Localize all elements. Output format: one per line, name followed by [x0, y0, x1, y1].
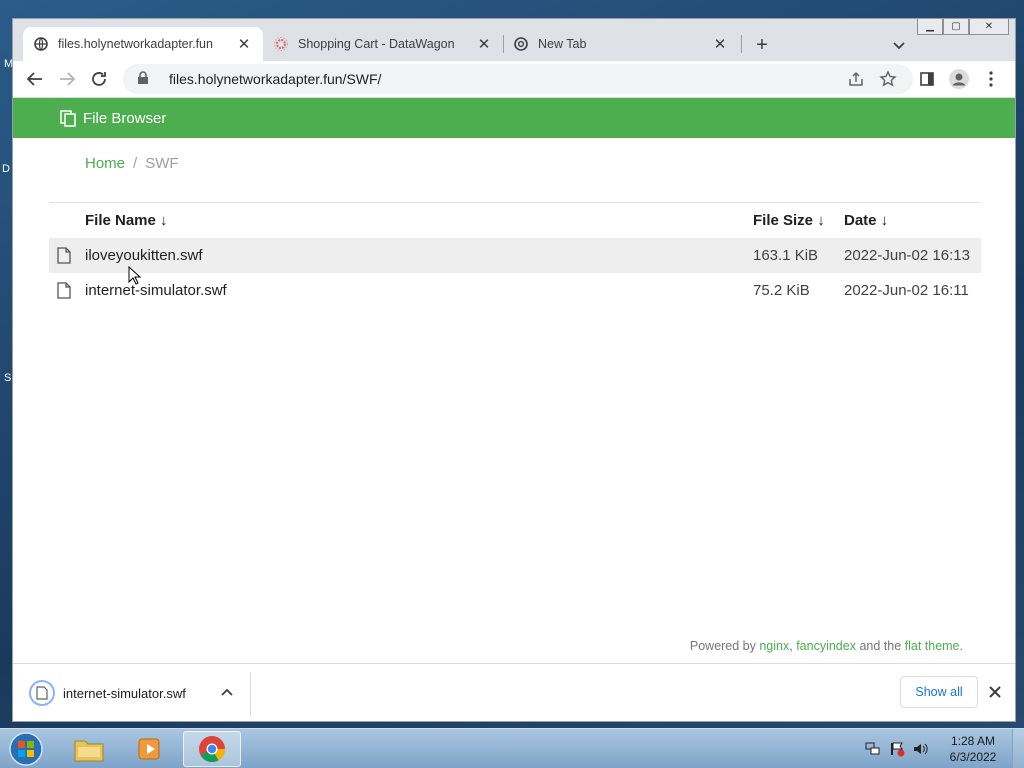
windows-logo-icon [9, 732, 43, 766]
flat-theme-link[interactable]: flat theme [905, 639, 960, 653]
media-player-icon [138, 738, 160, 760]
file-browser-header: File Browser [13, 98, 1015, 138]
side-panel-icon [920, 72, 934, 86]
taskbar-media-player[interactable] [121, 731, 179, 767]
file-icon [29, 680, 55, 706]
arrow-left-icon [26, 72, 42, 86]
browser-toolbar: files.holynetworkadapter.fun/SWF/ [13, 61, 1015, 97]
download-item[interactable]: internet-simulator.swf [29, 680, 186, 706]
breadcrumb-separator: / [133, 155, 138, 172]
fancyindex-link[interactable]: fancyindex [796, 639, 856, 653]
breadcrumb: Home / SWF [85, 155, 179, 172]
tab-title: files.holynetworkadapter.fun [58, 37, 213, 51]
window-controls: ▁ ▢ ✕ [917, 19, 1009, 35]
system-tray [864, 741, 930, 757]
new-tab-button[interactable]: + [749, 32, 775, 58]
clock-time: 1:28 AM [950, 734, 996, 748]
folder-icon [74, 740, 104, 762]
datawagon-icon [273, 36, 289, 52]
tab-title: New Tab [538, 37, 587, 51]
page-content: File Browser Home / SWF File Name ↓ File S… [13, 97, 1015, 663]
close-icon[interactable]: ✕ [475, 35, 493, 53]
file-name-link[interactable]: internet-simulator.swf [85, 282, 227, 299]
address-text: files.holynetworkadapter.fun/SWF/ [169, 71, 382, 87]
reload-icon [92, 72, 106, 86]
volume-icon[interactable] [912, 741, 930, 757]
tab-separator [741, 35, 742, 53]
show-all-button[interactable]: Show all [900, 676, 978, 708]
table-header: File Name ↓ File Size ↓ Date ↓ [49, 202, 981, 238]
footer-text: Powered by [689, 639, 760, 653]
mouse-cursor-icon [128, 265, 142, 286]
nginx-link[interactable]: nginx [759, 639, 789, 653]
footer-text: . [959, 639, 963, 653]
maximize-button[interactable]: ▢ [943, 19, 969, 35]
file-date: 2022-Jun-02 16:13 [844, 247, 970, 264]
desktop-icon-label: S [4, 372, 12, 384]
profile-button[interactable] [945, 65, 973, 93]
bookmark-star-icon[interactable] [879, 70, 897, 88]
tab-shopping-cart[interactable]: Shopping Cart - DataWagon ✕ [263, 27, 503, 61]
sort-by-name-link[interactable]: File Name ↓ [85, 212, 168, 229]
arrow-right-icon [60, 72, 76, 86]
close-icon[interactable]: ✕ [235, 35, 253, 53]
taskbar: 1:28 AM 6/3/2022 [0, 728, 1024, 768]
taskbar-explorer[interactable] [60, 731, 118, 767]
minimize-button[interactable]: ▁ [917, 19, 943, 35]
chevron-up-icon[interactable] [219, 684, 235, 700]
download-filename: internet-simulator.swf [63, 685, 186, 701]
chevron-down-icon[interactable] [889, 35, 909, 55]
taskbar-chrome[interactable] [183, 731, 241, 767]
footer-text: and the [855, 639, 905, 653]
breadcrumb-current: SWF [145, 155, 179, 172]
reload-button[interactable] [85, 65, 113, 93]
browser-window: files.holynetworkadapter.fun ✕ Shopping … [12, 18, 1016, 722]
close-icon[interactable] [987, 684, 1003, 700]
sort-by-date-link[interactable]: Date ↓ [844, 212, 888, 229]
divider [250, 672, 251, 716]
start-button[interactable] [6, 731, 46, 767]
file-icon [57, 247, 71, 264]
chrome-icon [199, 736, 226, 763]
avatar-icon [949, 69, 969, 89]
tab-new-tab[interactable]: New Tab ✕ [503, 27, 739, 61]
table-row[interactable]: internet-simulator.swf 75.2 KiB 2022-Jun… [49, 273, 981, 308]
file-name-link[interactable]: iloveyoukitten.swf [85, 247, 203, 264]
lock-icon [137, 70, 151, 88]
file-size: 163.1 KiB [753, 247, 819, 264]
action-center-icon[interactable] [888, 741, 906, 757]
file-icon [57, 282, 71, 299]
page-footer: Powered by nginx, fancyindex and the fla… [690, 639, 963, 653]
more-vert-icon [989, 71, 993, 87]
page-title: File Browser [83, 109, 167, 127]
menu-button[interactable] [977, 65, 1005, 93]
show-desktop-button[interactable] [1012, 729, 1024, 768]
forward-button[interactable] [53, 65, 81, 93]
download-shelf: internet-simulator.swf Show all [13, 663, 1015, 721]
desktop-icon-label: D [2, 163, 10, 175]
tab-title: Shopping Cart - DataWagon [298, 37, 455, 51]
file-table: File Name ↓ File Size ↓ Date ↓ iloveyouk… [49, 202, 981, 308]
close-icon[interactable]: ✕ [711, 35, 729, 53]
copy-icon [59, 109, 77, 127]
tab-strip: files.holynetworkadapter.fun ✕ Shopping … [13, 19, 1015, 61]
address-bar[interactable]: files.holynetworkadapter.fun/SWF/ [123, 64, 913, 94]
tab-files[interactable]: files.holynetworkadapter.fun ✕ [23, 27, 263, 61]
chrome-icon [513, 36, 529, 52]
file-date: 2022-Jun-02 16:11 [844, 282, 969, 299]
side-panel-button[interactable] [913, 65, 941, 93]
clock-date: 6/3/2022 [949, 750, 997, 764]
globe-icon [33, 36, 49, 52]
network-icon[interactable] [864, 741, 882, 757]
sort-by-size-link[interactable]: File Size ↓ [753, 212, 825, 229]
table-row[interactable]: iloveyoukitten.swf 163.1 KiB 2022-Jun-02… [49, 238, 981, 273]
share-icon[interactable] [847, 70, 865, 88]
breadcrumb-home-link[interactable]: Home [85, 155, 125, 172]
window-close-button[interactable]: ✕ [969, 19, 1009, 35]
taskbar-clock[interactable]: 1:28 AM 6/3/2022 [946, 733, 1000, 765]
file-size: 75.2 KiB [753, 282, 810, 299]
back-button[interactable] [21, 65, 49, 93]
